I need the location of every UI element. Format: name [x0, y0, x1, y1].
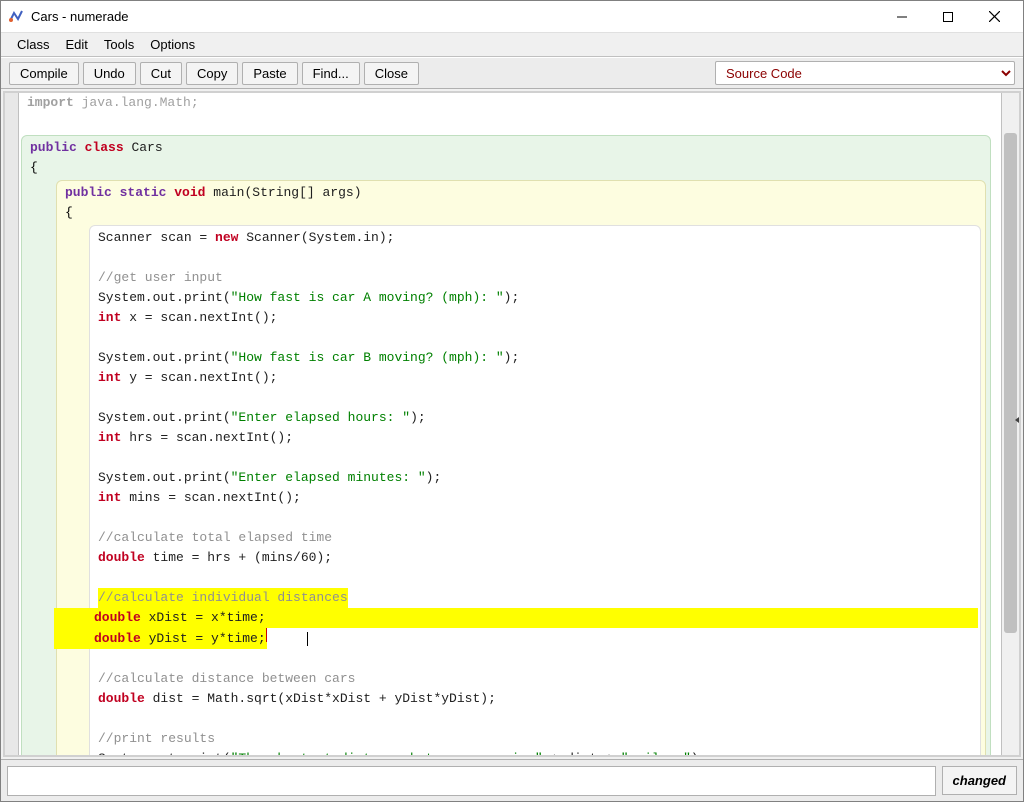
toolbar: Compile Undo Cut Copy Paste Find... Clos…: [1, 57, 1023, 89]
compile-button[interactable]: Compile: [9, 62, 79, 85]
code-comment: //calculate distance between cars: [98, 671, 355, 686]
menu-class[interactable]: Class: [9, 35, 58, 54]
code-text: dist = Math.sqrt(xDist*xDist + yDist*yDi…: [145, 691, 496, 706]
status-changed-label: changed: [942, 766, 1017, 795]
cut-button[interactable]: Cut: [140, 62, 182, 85]
code-string: "Enter elapsed minutes: ": [231, 470, 426, 485]
code-text: Scanner scan =: [98, 230, 215, 245]
window-title: Cars - numerade: [31, 9, 129, 24]
statusbar: changed: [1, 759, 1023, 801]
code-text: );: [504, 290, 520, 305]
code-text: System.out.print(: [98, 410, 231, 425]
code-text: System.out.print(: [98, 290, 231, 305]
code-text: System.out.print(: [98, 350, 231, 365]
code-string: "How fast is car A moving? (mph): ": [231, 290, 504, 305]
code-comment: //calculate total elapsed time: [98, 530, 332, 545]
code-keyword: double: [98, 691, 145, 706]
code-keyword: int: [98, 490, 121, 505]
code-keyword: int: [98, 430, 121, 445]
scrollbar-thumb[interactable]: [1004, 133, 1017, 633]
highlighted-line: double yDist = y*time;: [54, 628, 267, 649]
titlebar: Cars - numerade: [1, 1, 1023, 33]
scroll-marker-icon: [1013, 413, 1021, 425]
code-text: xDist = x*time;: [141, 610, 266, 625]
code-keyword: void: [174, 185, 205, 200]
code-keyword: class: [85, 140, 124, 155]
close-editor-button[interactable]: Close: [364, 62, 419, 85]
code-comment: //calculate individual distances: [98, 590, 348, 605]
maximize-button[interactable]: [925, 2, 971, 32]
code-keyword: double: [94, 610, 141, 625]
code-string: " miles.": [621, 751, 691, 755]
minimize-button[interactable]: [879, 2, 925, 32]
undo-button[interactable]: Undo: [83, 62, 136, 85]
code-keyword: double: [94, 631, 141, 646]
code-keyword: double: [98, 550, 145, 565]
code-text: x = scan.nextInt();: [121, 310, 277, 325]
code-string: "Enter elapsed hours: ": [231, 410, 410, 425]
code-text: import: [27, 95, 74, 110]
code-text: System.out.print(: [98, 470, 231, 485]
code-text: mins = scan.nextInt();: [121, 490, 300, 505]
code-comment: //get user input: [98, 270, 223, 285]
view-selector[interactable]: Source Code: [715, 61, 1015, 85]
code-keyword: static: [120, 185, 167, 200]
app-icon: [7, 8, 25, 26]
code-text: Scanner(System.in);: [238, 230, 394, 245]
code-keyword: public: [65, 185, 112, 200]
method-scope: public static void main(String[] args) {…: [56, 180, 986, 755]
code-editor[interactable]: import java.lang.Math; public class Cars…: [19, 93, 1001, 755]
code-keyword: new: [215, 230, 238, 245]
code-method-sig: main(String[] args): [213, 185, 361, 200]
app-window: Cars - numerade Class Edit Tools Options…: [0, 0, 1024, 802]
code-keyword: int: [98, 370, 121, 385]
code-text: );: [504, 350, 520, 365]
code-keyword: int: [98, 310, 121, 325]
menu-options[interactable]: Options: [142, 35, 203, 54]
method-body: Scanner scan = new Scanner(System.in); /…: [89, 225, 981, 755]
code-keyword: public: [30, 140, 77, 155]
code-string: "How fast is car B moving? (mph): ": [231, 350, 504, 365]
code-brace: {: [61, 203, 983, 223]
code-text: java.lang.Math;: [74, 95, 199, 110]
menu-edit[interactable]: Edit: [58, 35, 96, 54]
code-text: );: [410, 410, 426, 425]
code-text: );: [426, 470, 442, 485]
code-text: y = scan.nextInt();: [121, 370, 277, 385]
find-button[interactable]: Find...: [302, 62, 360, 85]
highlighted-line: double xDist = x*time;: [54, 608, 978, 628]
code-text: yDist = y*time;: [141, 631, 266, 646]
menubar: Class Edit Tools Options: [1, 33, 1023, 57]
text-cursor-icon: [307, 632, 308, 646]
code-text: hrs = scan.nextInt();: [121, 430, 293, 445]
breakpoint-gutter[interactable]: [5, 93, 19, 755]
window-controls: [879, 2, 1017, 32]
copy-button[interactable]: Copy: [186, 62, 238, 85]
menu-tools[interactable]: Tools: [96, 35, 142, 54]
code-brace: {: [26, 158, 988, 178]
code-comment: //print results: [98, 731, 215, 746]
vertical-scrollbar[interactable]: [1001, 93, 1019, 755]
paste-button[interactable]: Paste: [242, 62, 297, 85]
code-classname: Cars: [131, 140, 162, 155]
code-text: );: [691, 751, 707, 755]
status-message-input[interactable]: [7, 766, 936, 796]
code-text: + dist +: [543, 751, 621, 755]
close-button[interactable]: [971, 2, 1017, 32]
code-string: "The shortest distance between cars is ": [231, 751, 543, 755]
code-text: System.out.print(: [98, 751, 231, 755]
class-scope: public class Cars { public static void m…: [21, 135, 991, 755]
editor-area: import java.lang.Math; public class Cars…: [3, 91, 1021, 757]
code-text: time = hrs + (mins/60);: [145, 550, 332, 565]
